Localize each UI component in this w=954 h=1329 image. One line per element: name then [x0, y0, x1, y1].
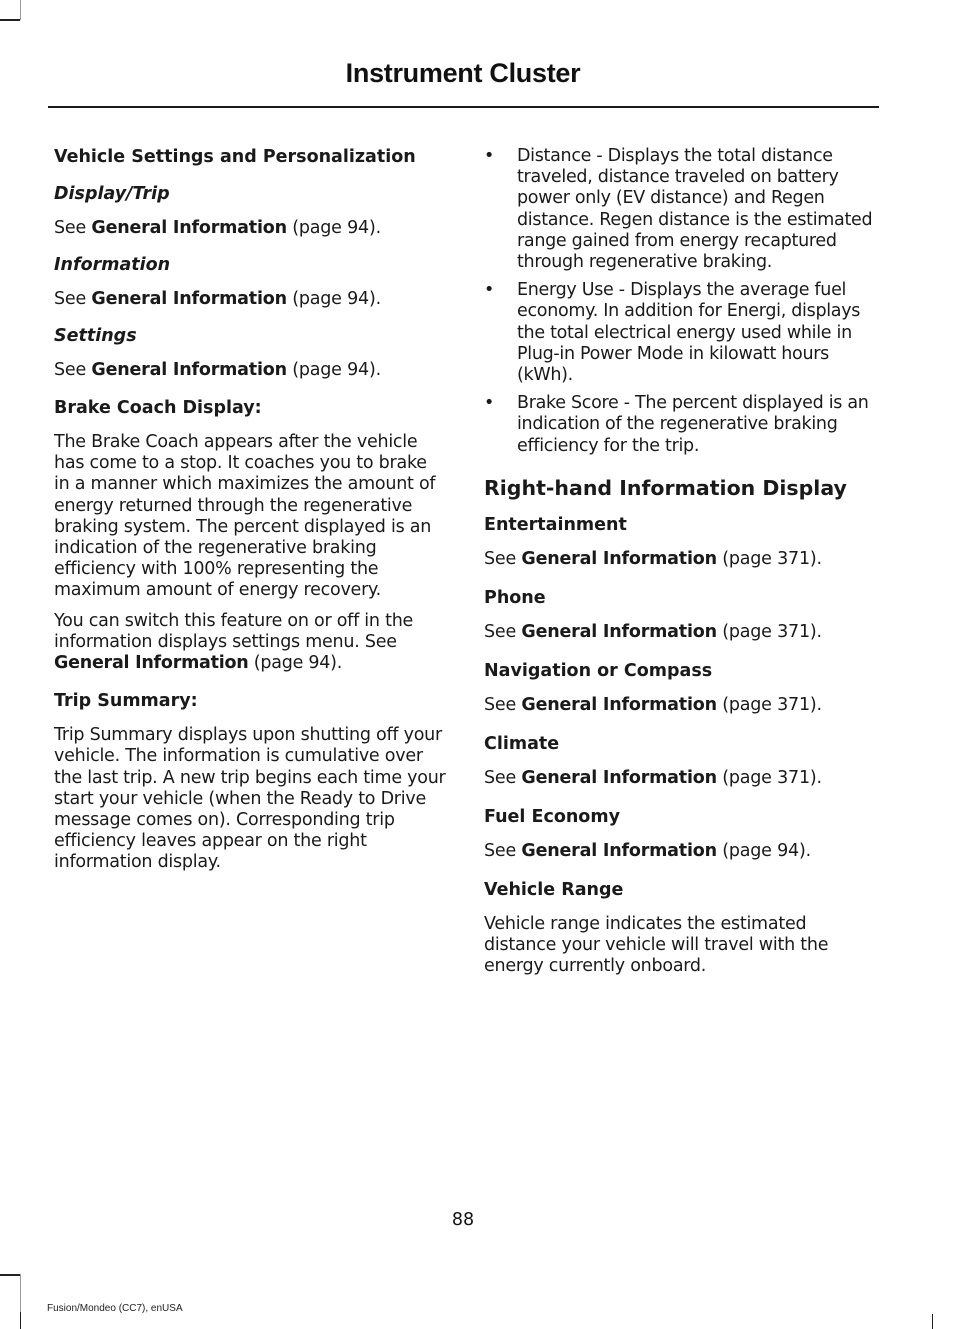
bullet-icon: • — [484, 280, 495, 301]
crop-mark-bottom-left-tick — [20, 1312, 21, 1329]
crop-mark-bottom-left-v — [20, 1274, 21, 1312]
see-prefix: See — [484, 621, 517, 642]
subsection-heading-navigation-compass: Navigation or Compass — [484, 660, 713, 681]
general-information-link[interactable]: General Information — [91, 289, 287, 309]
page-reference: (page 94). — [292, 360, 381, 380]
subsection-heading-fuel-economy: Fuel Economy — [484, 806, 620, 827]
cross-reference: See General Information (page 371). — [484, 767, 876, 789]
trip-summary-bullet-list: • Distance - Displays the total distance… — [484, 146, 876, 457]
title-divider — [48, 106, 879, 108]
list-item-text: Energy Use - Displays the average fuel e… — [517, 280, 861, 386]
left-column: Vehicle Settings and Personalization Dis… — [54, 146, 446, 874]
paragraph-text: You can switch this feature on or off in… — [54, 610, 414, 652]
general-information-link[interactable]: General Information — [521, 695, 717, 715]
page-reference: (page 371). — [722, 621, 822, 642]
bullet-icon: • — [484, 146, 495, 166]
general-information-link[interactable]: General Information — [521, 841, 717, 861]
subsection-heading-climate: Climate — [484, 733, 560, 754]
subsection-heading-display-trip: Display/Trip — [54, 184, 170, 204]
trip-summary-paragraph: Trip Summary displays upon shutting off … — [54, 725, 446, 873]
subsection-heading-phone: Phone — [484, 587, 546, 608]
general-information-link[interactable]: General Information — [91, 218, 287, 238]
general-information-link[interactable]: General Information — [521, 549, 717, 569]
brake-coach-heading: Brake Coach Display: — [54, 398, 262, 418]
cross-reference: See General Information (page 94). — [54, 359, 446, 381]
brake-coach-paragraph: The Brake Coach appears after the vehicl… — [54, 432, 436, 601]
section-heading-vehicle-settings: Vehicle Settings and Personalization — [54, 147, 416, 167]
cross-reference: See General Information (page 94). — [54, 217, 446, 239]
document-identifier: Fusion/Mondeo (CC7), enUSA — [47, 1303, 183, 1314]
cross-reference: See General Information (page 371). — [484, 548, 876, 570]
crop-mark-top-left-v — [20, 0, 21, 20]
bullet-icon: • — [484, 393, 495, 414]
list-item-text: Brake Score - The percent displayed is a… — [517, 393, 869, 456]
crop-mark-top-left-h — [0, 19, 20, 21]
general-information-link[interactable]: General Information — [91, 360, 287, 380]
page-title: Instrument Cluster — [345, 58, 581, 88]
see-prefix: See — [54, 360, 87, 380]
brake-coach-toggle-paragraph: You can switch this feature on or off in… — [54, 611, 446, 675]
list-item: • Distance - Displays the total distance… — [484, 146, 876, 273]
see-prefix: See — [484, 840, 517, 861]
list-item-text: Distance - Displays the total distance t… — [517, 146, 873, 273]
see-prefix: See — [54, 289, 87, 309]
cross-reference: See General Information (page 371). — [484, 621, 876, 643]
list-item: • Energy Use - Displays the average fuel… — [484, 280, 876, 386]
page-reference: (page 371). — [722, 548, 822, 569]
general-information-link[interactable]: General Information — [521, 768, 717, 788]
page-reference: (page 371). — [722, 694, 822, 715]
trip-summary-heading: Trip Summary: — [54, 691, 198, 712]
cross-reference: See General Information (page 94). — [484, 840, 876, 862]
crop-mark-bottom-left-h — [0, 1274, 20, 1276]
general-information-link[interactable]: General Information — [54, 653, 249, 673]
page-reference: (page 94). — [722, 840, 811, 861]
right-column: • Distance - Displays the total distance… — [484, 146, 876, 977]
page-reference: (page 94). — [292, 218, 381, 238]
page-number: 88 — [451, 1210, 475, 1230]
vehicle-range-heading: Vehicle Range — [484, 879, 624, 900]
page-reference: (page 371). — [722, 767, 822, 788]
see-prefix: See — [484, 694, 517, 715]
crop-mark-bottom-right-tick — [932, 1314, 933, 1329]
subsection-heading-information: Information — [54, 255, 171, 275]
see-prefix: See — [54, 218, 87, 238]
cross-reference: See General Information (page 94). — [54, 288, 446, 310]
vehicle-range-paragraph: Vehicle range indicates the estimated di… — [484, 913, 829, 977]
see-prefix: See — [484, 548, 517, 569]
page-reference: (page 94). — [292, 289, 381, 309]
subsection-heading-settings: Settings — [54, 326, 137, 346]
see-prefix: See — [484, 767, 517, 788]
cross-reference: See General Information (page 371). — [484, 694, 876, 716]
page-reference: (page 94). — [253, 653, 343, 674]
list-item: • Brake Score - The percent displayed is… — [484, 393, 876, 457]
right-hand-display-heading: Right-hand Information Display — [484, 475, 847, 500]
subsection-heading-entertainment: Entertainment — [484, 514, 627, 535]
general-information-link[interactable]: General Information — [521, 622, 717, 642]
